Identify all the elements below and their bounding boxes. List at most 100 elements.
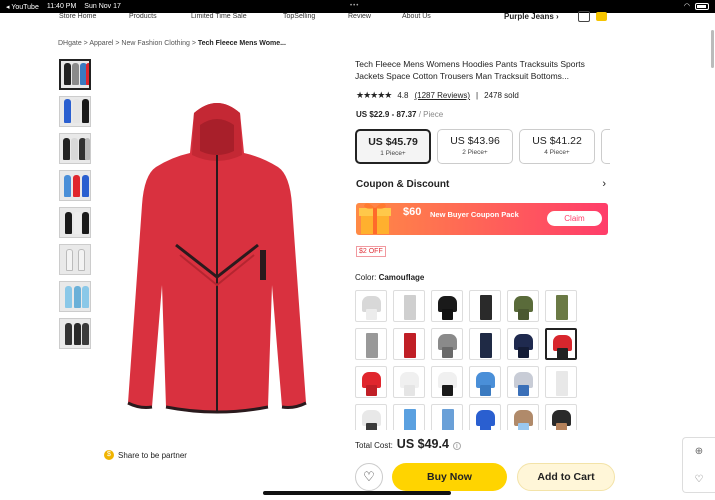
- thumbnail[interactable]: [59, 281, 91, 312]
- color-swatch[interactable]: [393, 404, 425, 430]
- price-unit: / Piece: [418, 110, 444, 119]
- color-swatch[interactable]: [507, 328, 539, 360]
- nav-limited-time-sale[interactable]: Limited Time Sale: [191, 13, 247, 20]
- chevron-right-icon: ›: [602, 178, 606, 190]
- thumbnail[interactable]: [59, 96, 91, 127]
- nav-about-us[interactable]: About Us: [402, 13, 431, 20]
- tier-price: US $43.96: [450, 135, 500, 147]
- color-swatch[interactable]: [545, 328, 577, 360]
- separator: |: [476, 91, 479, 100]
- thumbnail[interactable]: [59, 59, 91, 90]
- coupon-text: New Buyer Coupon Pack: [430, 210, 519, 219]
- color-swatch[interactable]: [545, 366, 577, 398]
- thumbnail[interactable]: [59, 207, 91, 238]
- color-swatch[interactable]: [355, 290, 387, 322]
- back-to-app-link[interactable]: ◂ YouTube: [6, 3, 39, 11]
- home-indicator[interactable]: [263, 491, 451, 495]
- multitask-dots-icon[interactable]: •••: [350, 3, 359, 9]
- nav-topselling[interactable]: TopSelling: [283, 13, 315, 20]
- tier-quantity: 1 Piece+: [380, 150, 406, 157]
- color-selected-value: Camouflage: [378, 273, 425, 282]
- compare-icon[interactable]: ⊕: [683, 438, 715, 466]
- swatch-bottom-shape: [480, 423, 491, 430]
- color-swatch[interactable]: [431, 290, 463, 322]
- swatch-bottom-shape: [442, 347, 453, 358]
- color-swatch[interactable]: [393, 366, 425, 398]
- color-swatch[interactable]: [393, 290, 425, 322]
- share-partner-link[interactable]: $ Share to be partner: [104, 450, 187, 460]
- share-label: Share to be partner: [118, 450, 187, 460]
- discount-badge: $2 OFF: [356, 246, 386, 257]
- coin-icon: $: [104, 450, 114, 460]
- breadcrumb: DHgate > Apparel > New Fashion Clothing …: [58, 40, 286, 47]
- color-swatch[interactable]: [507, 404, 539, 430]
- swatch-bottom-shape: [556, 371, 568, 396]
- swatch-bottom-shape: [480, 385, 491, 396]
- color-swatch[interactable]: [355, 404, 387, 430]
- swatch-bottom-shape: [404, 385, 415, 396]
- wishlist-icon[interactable]: ♡: [683, 466, 715, 494]
- thumbnail[interactable]: [59, 133, 91, 164]
- battery-icon: [695, 2, 709, 10]
- cart-icon[interactable]: [578, 11, 590, 22]
- reviews-link[interactable]: (1287 Reviews): [414, 91, 470, 100]
- add-to-cart-button[interactable]: Add to Cart: [517, 463, 615, 491]
- swatch-bottom-shape: [518, 309, 529, 320]
- price-tier-option[interactable]: US $41.22 4 Piece+: [519, 129, 595, 164]
- nav-store-home[interactable]: Store Home: [59, 13, 96, 20]
- nav-products[interactable]: Products: [129, 13, 157, 20]
- color-swatch[interactable]: [507, 366, 539, 398]
- nav-review[interactable]: Review: [348, 13, 371, 20]
- color-swatch[interactable]: [469, 366, 501, 398]
- message-icon[interactable]: [596, 12, 607, 21]
- favorite-button[interactable]: ♡: [355, 463, 383, 491]
- thumbnail[interactable]: [59, 318, 91, 349]
- color-swatch[interactable]: [469, 290, 501, 322]
- breadcrumb-path[interactable]: DHgate > Apparel > New Fashion Clothing …: [58, 40, 198, 47]
- wifi-icon: ◠: [683, 3, 690, 10]
- swatch-bottom-shape: [442, 309, 453, 320]
- swatch-bottom-shape: [404, 409, 416, 430]
- price-tier-option[interactable]: US $45.79 1 Piece+: [355, 129, 431, 164]
- swatch-bottom-shape: [557, 348, 568, 359]
- color-swatch[interactable]: [431, 366, 463, 398]
- breadcrumb-current: Tech Fleece Mens Wome...: [197, 40, 286, 47]
- color-swatch[interactable]: [469, 404, 501, 430]
- tier-price: US $41.22: [532, 135, 582, 147]
- color-label: Color: Camouflage: [355, 273, 424, 282]
- color-swatch[interactable]: [469, 328, 501, 360]
- color-swatch[interactable]: [431, 404, 463, 430]
- swatch-bottom-shape: [518, 423, 529, 430]
- swatch-bottom-shape: [556, 295, 568, 320]
- status-date: Sun Nov 17: [84, 3, 121, 10]
- total-label: Total Cost:: [355, 441, 393, 450]
- status-time: 11:40 PM: [46, 3, 77, 10]
- buy-now-button[interactable]: Buy Now: [392, 463, 507, 491]
- color-swatch[interactable]: [545, 404, 577, 430]
- color-swatch[interactable]: [507, 290, 539, 322]
- swatch-bottom-shape: [442, 409, 454, 430]
- thumbnail[interactable]: [59, 244, 91, 275]
- info-icon[interactable]: i: [452, 442, 461, 450]
- color-swatch[interactable]: [355, 366, 387, 398]
- color-swatch[interactable]: [355, 328, 387, 360]
- thumbnail[interactable]: [59, 170, 91, 201]
- color-swatch[interactable]: [431, 328, 463, 360]
- coupon-section-header[interactable]: Coupon & Discount ›: [356, 178, 606, 190]
- swatch-bottom-shape: [518, 347, 529, 358]
- color-swatch-grid: [355, 290, 577, 430]
- claim-button[interactable]: Claim: [547, 211, 602, 226]
- floating-tools: ⊕ ♡: [682, 437, 715, 493]
- color-swatch[interactable]: [545, 290, 577, 322]
- price-tier-option[interactable]: US $43.96 2 Piece+: [437, 129, 513, 164]
- color-swatch[interactable]: [393, 328, 425, 360]
- tier-price: [602, 135, 610, 147]
- product-main-image[interactable]: [122, 95, 312, 425]
- swatch-bottom-shape: [366, 423, 377, 430]
- store-brand-link[interactable]: Purple Jeans ›: [504, 12, 559, 21]
- swatch-bottom-shape: [366, 385, 377, 396]
- price-tier-option[interactable]: 1(: [601, 129, 610, 164]
- tier-quantity: 4 Piece+: [544, 149, 570, 156]
- swatch-bottom-shape: [556, 423, 567, 430]
- scrollbar[interactable]: [711, 30, 714, 68]
